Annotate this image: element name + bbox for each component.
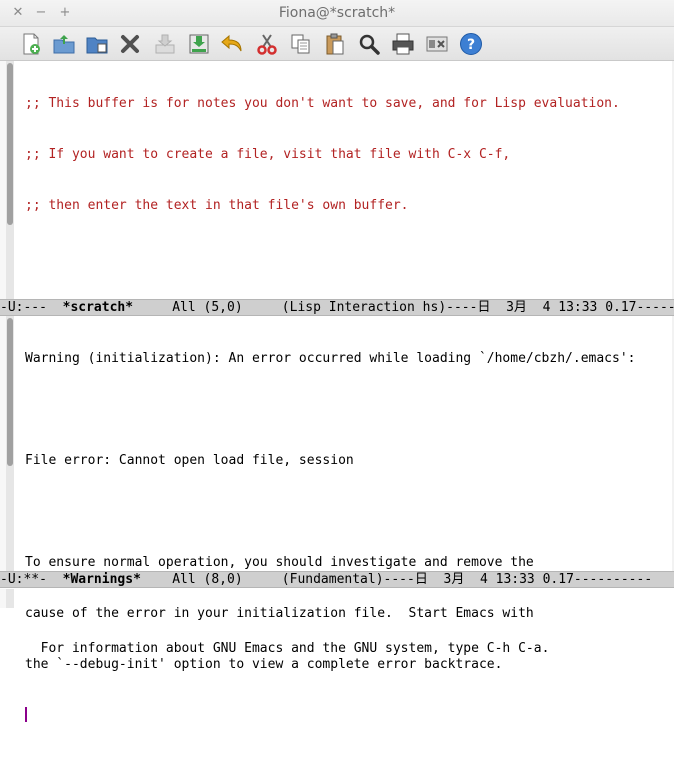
- copy-icon: [291, 34, 310, 54]
- paste-icon: [326, 33, 344, 55]
- warnings-line: File error: Cannot open load file, sessi…: [25, 453, 354, 468]
- warnings-text-area[interactable]: Warning (initialization): An error occur…: [25, 316, 672, 722]
- scratch-scroll-thumb[interactable]: [7, 63, 13, 225]
- search-icon: [359, 34, 380, 55]
- window-title: Fiona@*scratch*: [278, 5, 396, 21]
- print-icon: [392, 33, 414, 55]
- undo-button[interactable]: [218, 30, 246, 58]
- scratch-text-area[interactable]: ;; This buffer is for notes you don't wa…: [25, 61, 672, 300]
- warnings-window[interactable]: Warning (initialization): An error occur…: [0, 316, 674, 722]
- title-bar: ✕ − + Fiona@*scratch*: [0, 0, 674, 27]
- search-button[interactable]: [355, 30, 383, 58]
- save-as-icon: [189, 34, 209, 54]
- cursor-line: [25, 707, 672, 724]
- open-file-button[interactable]: [50, 30, 78, 58]
- svg-text:?: ?: [467, 37, 475, 53]
- save-as-button[interactable]: [185, 30, 213, 58]
- warnings-scrollbar[interactable]: [6, 316, 14, 571]
- text-cursor: [25, 707, 27, 722]
- modeline-buffer-name[interactable]: *Warnings*: [63, 572, 141, 587]
- warnings-line: [25, 503, 672, 520]
- scratch-line: ;; If you want to create a file, visit t…: [25, 147, 511, 162]
- warnings-line: [25, 401, 672, 418]
- echo-area-message: For information about GNU Emacs and the …: [40, 641, 550, 656]
- save-icon: [155, 34, 175, 54]
- scratch-line: ;; then enter the text in that file's ow…: [25, 198, 409, 213]
- modeline-status: -U:**-: [0, 572, 63, 587]
- help-icon: ?: [460, 33, 482, 55]
- modeline-info: All (8,0) (Fundamental)----日 3月 4 13:33 …: [140, 572, 653, 587]
- warnings-scroll-thumb[interactable]: [7, 318, 13, 466]
- scratch-scrollbar[interactable]: [6, 61, 14, 300]
- warnings-line: Warning (initialization): An error occur…: [25, 351, 636, 366]
- new-file-button[interactable]: [17, 30, 45, 58]
- scratch-line: ;; This buffer is for notes you don't wa…: [25, 96, 620, 111]
- preferences-icon: [426, 36, 448, 52]
- modeline-info: All (5,0) (Lisp Interaction hs)----日 3月 …: [133, 300, 674, 315]
- toolbar: ?: [0, 27, 674, 61]
- undo-icon: [221, 34, 242, 52]
- copy-button[interactable]: [287, 30, 315, 58]
- warnings-line: To ensure normal operation, you should i…: [25, 555, 534, 570]
- modeline-status: -U:---: [0, 300, 63, 315]
- close-icon: [121, 35, 139, 53]
- print-button[interactable]: [389, 30, 417, 58]
- help-button[interactable]: ?: [457, 30, 485, 58]
- cut-button[interactable]: [253, 30, 281, 58]
- open-directory-button[interactable]: [83, 30, 111, 58]
- warnings-line: the `--debug-init' option to view a comp…: [25, 657, 503, 672]
- modeline-buffer-name[interactable]: *scratch*: [63, 300, 133, 315]
- close-buffer-button[interactable]: [116, 30, 144, 58]
- save-button[interactable]: [151, 30, 179, 58]
- open-file-icon: [53, 35, 75, 54]
- scratch-mode-line[interactable]: -U:--- *scratch* All (5,0) (Lisp Interac…: [0, 299, 674, 316]
- new-file-icon: [23, 33, 40, 55]
- open-directory-icon: [86, 37, 108, 54]
- preferences-button[interactable]: [423, 30, 451, 58]
- minibuffer-scrollbar: [6, 589, 14, 608]
- scratch-window[interactable]: ;; This buffer is for notes you don't wa…: [0, 61, 674, 300]
- minibuffer[interactable]: For information about GNU Emacs and the …: [0, 589, 674, 656]
- paste-button[interactable]: [321, 30, 349, 58]
- cut-icon: [257, 34, 277, 55]
- warnings-mode-line[interactable]: -U:**- *Warnings* All (8,0) (Fundamental…: [0, 571, 674, 588]
